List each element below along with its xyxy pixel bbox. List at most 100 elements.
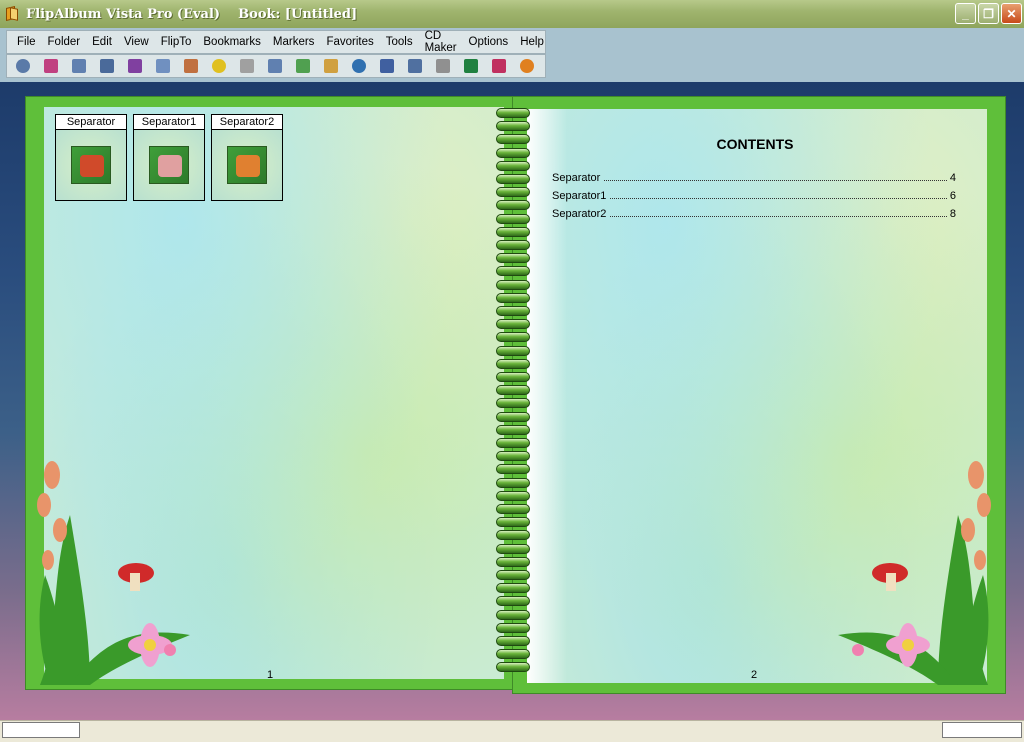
- spiral-coil: [496, 306, 530, 316]
- toc-entry-separator1[interactable]: Separator1 6: [552, 188, 956, 202]
- spiral-coil: [496, 490, 530, 501]
- spiral-coil: [496, 279, 530, 290]
- spiral-coil: [496, 622, 530, 633]
- thumbnail-label: Separator: [56, 115, 126, 130]
- menu-flipto[interactable]: FlipTo: [155, 36, 198, 48]
- status-field-right[interactable]: [942, 722, 1022, 738]
- globe-icon[interactable]: [459, 56, 483, 76]
- page-right-icon[interactable]: [95, 56, 119, 76]
- spiral-coil: [496, 530, 530, 541]
- thumbnail-label: Separator2: [212, 115, 282, 130]
- toc-entry-page: 4: [949, 172, 956, 184]
- menu-view[interactable]: View: [118, 36, 155, 48]
- toc-leader: [604, 180, 947, 181]
- spiral-coil: [496, 253, 530, 264]
- thumbnail-image: [71, 146, 111, 184]
- spiral-coil: [496, 385, 530, 396]
- view-eye-icon[interactable]: [11, 56, 35, 76]
- spiral-coil: [496, 596, 530, 607]
- menu-bookmarks[interactable]: Bookmarks: [197, 36, 267, 48]
- contents-title: CONTENTS: [716, 136, 794, 152]
- spiral-coil: [496, 266, 530, 277]
- pointer-icon[interactable]: [487, 56, 511, 76]
- spiral-coil: [496, 121, 530, 132]
- spiral-coil: [496, 292, 530, 303]
- spiral-coil: [496, 134, 530, 145]
- crop-icon[interactable]: [431, 56, 455, 76]
- status-bar: [0, 720, 1024, 742]
- menu-help[interactable]: Help: [514, 36, 550, 48]
- rotate-icon[interactable]: [347, 56, 371, 76]
- spiral-binding: [496, 108, 530, 676]
- spiral-coil: [496, 187, 530, 198]
- menu-folder[interactable]: Folder: [42, 36, 87, 48]
- spiral-coil: [496, 226, 530, 237]
- spiral-coil: [496, 556, 530, 567]
- page-single-icon[interactable]: [39, 56, 63, 76]
- thumbnail-separator2[interactable]: Separator2: [211, 114, 283, 201]
- cd-icon[interactable]: [515, 56, 539, 76]
- spiral-coil: [496, 662, 530, 673]
- page-spread-icon[interactable]: [67, 56, 91, 76]
- right-page-number: 2: [751, 669, 758, 681]
- menu-markers[interactable]: Markers: [267, 36, 321, 48]
- menu-file[interactable]: File: [7, 36, 42, 48]
- spiral-coil: [496, 319, 530, 330]
- thumbnail-image: [227, 146, 267, 184]
- status-field-left[interactable]: [2, 722, 80, 738]
- toc-entry-separator2[interactable]: Separator2 8: [552, 206, 956, 220]
- menu-favorites[interactable]: Favorites: [320, 36, 379, 48]
- menu-options[interactable]: Options: [463, 36, 515, 48]
- spiral-coil: [496, 147, 530, 158]
- thumbnail-separator[interactable]: Separator: [55, 114, 127, 201]
- toc-entry-label: Separator1: [552, 190, 607, 202]
- spiral-coil: [496, 424, 530, 435]
- slideshow-icon[interactable]: [403, 56, 427, 76]
- left-page-number: 1: [267, 669, 274, 681]
- contents-icon[interactable]: [319, 56, 343, 76]
- edit-icon[interactable]: [235, 56, 259, 76]
- spiral-coil: [496, 160, 530, 171]
- spiral-coil: [496, 438, 530, 448]
- menu-cd-maker[interactable]: CD Maker: [419, 30, 463, 54]
- spiral-coil: [496, 213, 530, 224]
- spiral-coil: [496, 649, 530, 660]
- copy-page-icon[interactable]: [179, 56, 203, 76]
- title-bar: FlipAlbum Vista Pro (Eval) Book: [Untitl…: [0, 0, 1024, 28]
- left-flower-decoration: [37, 461, 190, 685]
- link-icon[interactable]: [291, 56, 315, 76]
- restore-button[interactable]: ❐: [978, 3, 999, 24]
- spiral-coil: [496, 174, 530, 184]
- spiral-coil: [496, 609, 530, 620]
- toc-entry-separator[interactable]: Separator 4: [552, 170, 956, 184]
- spiral-coil: [496, 411, 530, 422]
- menu-toolbar-band: File Folder Edit View FlipTo Bookmarks M…: [0, 28, 1024, 82]
- flipalbum-app-icon[interactable]: [4, 6, 20, 22]
- spiral-coil: [496, 570, 530, 580]
- minimize-button[interactable]: _: [955, 3, 976, 24]
- window-title: FlipAlbum Vista Pro (Eval) Book: [Untitl…: [26, 6, 358, 22]
- two-pages-icon[interactable]: [151, 56, 175, 76]
- thumbnail-separator1[interactable]: Separator1: [133, 114, 205, 201]
- columns-icon[interactable]: [263, 56, 287, 76]
- goto-icon[interactable]: [123, 56, 147, 76]
- spiral-coil: [496, 477, 530, 488]
- menu-edit[interactable]: Edit: [86, 36, 118, 48]
- spiral-coil: [496, 372, 530, 382]
- fit-width-icon[interactable]: [375, 56, 399, 76]
- spiral-coil: [496, 517, 530, 528]
- toc-entry-label: Separator: [552, 172, 601, 184]
- toc-leader: [610, 198, 947, 199]
- menu-bar: File Folder Edit View FlipTo Bookmarks M…: [6, 30, 546, 54]
- spiral-coil: [496, 543, 530, 554]
- close-button[interactable]: ✕: [1001, 3, 1022, 24]
- add-icon[interactable]: [207, 56, 231, 76]
- spiral-coil: [496, 504, 530, 514]
- toc-entry-page: 8: [949, 208, 956, 220]
- thumbnail-image: [149, 146, 189, 184]
- menu-tools[interactable]: Tools: [380, 36, 419, 48]
- spiral-coil: [496, 200, 530, 211]
- spiral-coil: [496, 583, 530, 594]
- thumbnail-label: Separator1: [134, 115, 204, 130]
- toolbar: [6, 54, 546, 78]
